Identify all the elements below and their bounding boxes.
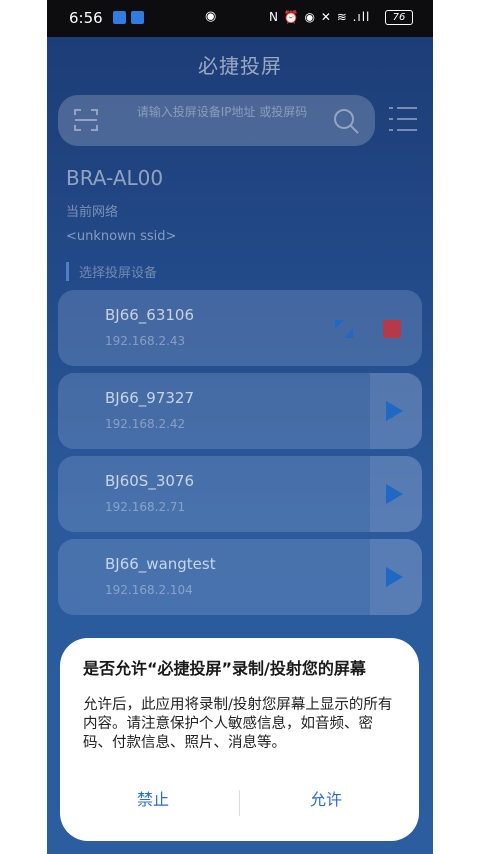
device-card-ip: 192.168.2.42: [105, 417, 186, 431]
dialog-divider: [239, 790, 240, 816]
play-icon: [386, 567, 403, 587]
play-icon: [386, 401, 403, 421]
casting-icon: [335, 320, 353, 338]
search-input[interactable]: 请输入投屏设备IP地址 或投屏码: [132, 104, 312, 120]
status-time: 6:56: [69, 9, 103, 27]
search-icon[interactable]: [332, 107, 360, 135]
status-icons: N ⏰ ◉ ✕ ≋ .ıll: [269, 10, 371, 24]
play-button[interactable]: [370, 456, 422, 532]
allow-button[interactable]: 允许: [241, 786, 411, 810]
device-card-name: BJ66_97327: [105, 389, 195, 407]
deny-button[interactable]: 禁止: [68, 786, 238, 810]
dialog-body: 允许后，此应用将录制/投射您屏幕上显示的所有内容。请注意保护个人敏感信息，如音频…: [83, 697, 393, 751]
device-card-ip: 192.168.2.71: [105, 500, 186, 514]
stop-icon[interactable]: [383, 320, 401, 338]
device-card-name: BJ66_63106: [105, 306, 195, 324]
play-button[interactable]: [370, 373, 422, 449]
device-card-name: BJ60S_3076: [105, 472, 194, 490]
device-card[interactable]: BJ60S_3076 192.168.2.71: [58, 456, 422, 532]
dialog-title: 是否允许“必捷投屏”录制/投射您的屏幕: [83, 659, 366, 678]
phone-screen: 6:56 ◉ N ⏰ ◉ ✕ ≋ .ıll 76 必捷投屏 请输入投屏设备IP地…: [47, 0, 433, 854]
search-bar[interactable]: 请输入投屏设备IP地址 或投屏码: [58, 95, 375, 146]
menu-icon[interactable]: [387, 104, 419, 134]
notification-icon: [113, 11, 126, 24]
device-card[interactable]: BJ66_wangtest 192.168.2.104: [58, 539, 422, 615]
device-card-name: BJ66_wangtest: [105, 555, 216, 573]
section-title: 选择投屏设备: [66, 262, 157, 281]
scan-icon[interactable]: [72, 106, 100, 134]
network-ssid: <unknown ssid>: [66, 229, 177, 244]
device-card-ip: 192.168.2.43: [105, 334, 186, 348]
device-card[interactable]: BJ66_63106 192.168.2.43: [58, 290, 422, 366]
eye-icon: ◉: [205, 9, 217, 24]
device-card-ip: 192.168.2.104: [105, 583, 193, 597]
permission-dialog: 是否允许“必捷投屏”录制/投射您的屏幕 允许后，此应用将录制/投射您屏幕上显示的…: [60, 638, 419, 841]
device-card[interactable]: BJ66_97327 192.168.2.42: [58, 373, 422, 449]
device-name: BRA-AL00: [66, 166, 164, 190]
network-label: 当前网络: [66, 205, 119, 220]
notification-icon: [131, 11, 144, 24]
app-title: 必捷投屏: [198, 54, 282, 78]
play-icon: [386, 484, 403, 504]
status-bar: 6:56 ◉ N ⏰ ◉ ✕ ≋ .ıll 76: [47, 0, 433, 37]
battery-icon: 76: [385, 10, 413, 25]
play-button[interactable]: [370, 539, 422, 615]
